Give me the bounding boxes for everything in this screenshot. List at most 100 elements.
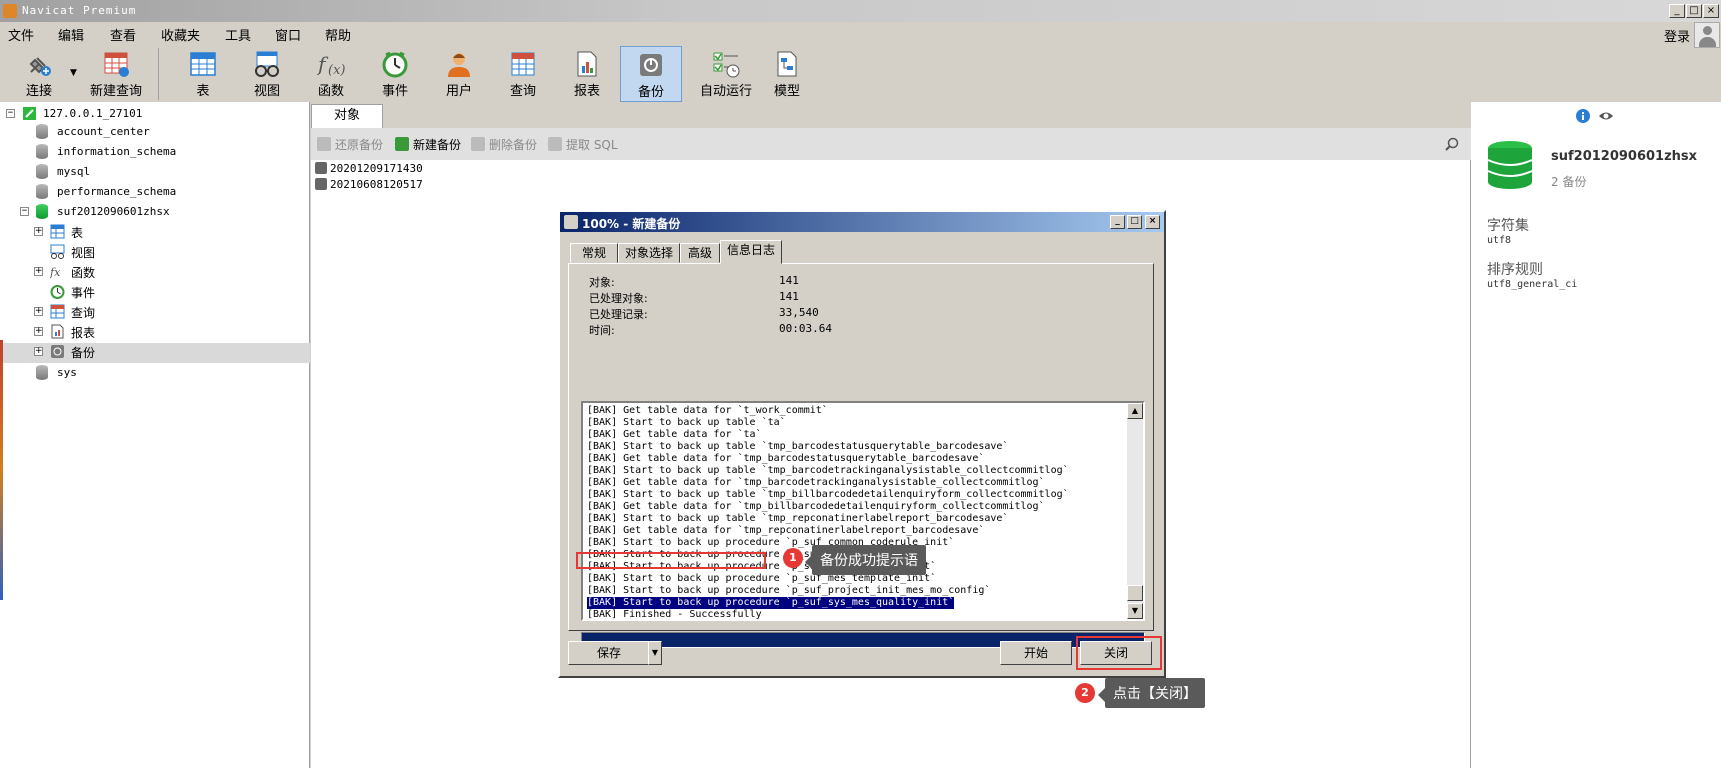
stat-processed-records-value: 33,540 bbox=[779, 306, 819, 319]
new-backup-button[interactable]: 新建备份 bbox=[395, 136, 461, 153]
report-button[interactable]: 报表 bbox=[556, 46, 618, 102]
db-label: mysql bbox=[57, 165, 91, 178]
event-button[interactable]: 事件 bbox=[364, 46, 426, 102]
tree-item-label: 表 bbox=[71, 226, 84, 240]
query-label: 查询 bbox=[509, 84, 536, 99]
database-large-icon bbox=[1487, 141, 1533, 189]
tree-db-account-center[interactable]: account_center bbox=[36, 122, 306, 142]
login-link[interactable]: 登录 bbox=[1664, 26, 1690, 45]
success-message-highlight bbox=[576, 552, 766, 569]
info-icon[interactable] bbox=[1575, 108, 1591, 124]
annotation-badge-1: 1 bbox=[783, 548, 803, 568]
tab-object-selection[interactable]: 对象选择 bbox=[618, 243, 680, 263]
menu-file[interactable]: 文件 bbox=[8, 25, 34, 44]
user-button[interactable]: 用户 bbox=[428, 46, 490, 102]
maximize-button[interactable]: □ bbox=[1686, 4, 1702, 18]
tab-message-log[interactable]: 信息日志 bbox=[720, 240, 782, 264]
tab-general[interactable]: 常规 bbox=[570, 243, 618, 263]
new-query-icon bbox=[102, 50, 130, 78]
menu-bar: 文件 编辑 查看 收藏夹 工具 窗口 帮助 登录 bbox=[0, 22, 1721, 45]
tree-item-tables[interactable]: + 表 bbox=[34, 222, 294, 242]
new-query-button[interactable]: 新建查询 bbox=[78, 46, 154, 102]
new-backup-label: 新建备份 bbox=[413, 138, 462, 152]
menu-favorites[interactable]: 收藏夹 bbox=[161, 25, 200, 44]
autorun-button[interactable]: 自动运行 bbox=[688, 46, 764, 102]
dialog-minimize-button[interactable]: _ bbox=[1110, 215, 1125, 229]
log-scrollbar[interactable]: ▲ ▼ bbox=[1127, 403, 1143, 619]
dialog-maximize-button[interactable]: □ bbox=[1127, 215, 1142, 229]
tree-item-views[interactable]: 视图 bbox=[34, 242, 294, 262]
backup-file-icon bbox=[315, 162, 327, 174]
scroll-down-icon[interactable]: ▼ bbox=[1127, 603, 1143, 619]
tree-connection[interactable]: − 127.0.0.1_27101 bbox=[6, 104, 306, 124]
tab-objects[interactable]: 对象 bbox=[311, 104, 383, 128]
query-button[interactable]: 查询 bbox=[492, 46, 554, 102]
tree-item-events[interactable]: 事件 bbox=[34, 282, 294, 302]
log-line: [BAK] Start to back up table `tmp_repcon… bbox=[587, 513, 1009, 524]
minimize-button[interactable]: _ bbox=[1669, 4, 1685, 18]
view-label: 视图 bbox=[253, 84, 280, 99]
tree-db-performance-schema[interactable]: performance_schema bbox=[36, 182, 306, 202]
collapse-icon[interactable]: − bbox=[6, 109, 15, 118]
start-button[interactable]: 开始 bbox=[1000, 641, 1072, 665]
close-window-button[interactable]: × bbox=[1703, 4, 1719, 18]
tree-db-sys[interactable]: sys bbox=[36, 363, 306, 383]
backup-icon bbox=[51, 345, 64, 358]
connection-icon bbox=[23, 107, 36, 120]
menu-window[interactable]: 窗口 bbox=[275, 25, 301, 44]
message-log[interactable]: [BAK] Get table data for `t_work_commit`… bbox=[581, 401, 1145, 621]
dialog-titlebar: 100% - 新建备份 _ □ × bbox=[560, 212, 1164, 232]
connect-button[interactable]: 连接 bbox=[8, 46, 70, 102]
annotation-callout-2: 点击【关闭】 bbox=[1098, 678, 1205, 708]
expand-icon[interactable]: + bbox=[34, 327, 43, 336]
table-button[interactable]: 表 bbox=[172, 46, 234, 102]
info-db-name: suf2012090601zhsx bbox=[1551, 149, 1698, 164]
tab-advanced[interactable]: 高级 bbox=[680, 243, 720, 263]
main-toolbar: 连接 新建查询 表 视图 f (x) 函数 事件 用户 查询 报表 备份 自动运… bbox=[0, 44, 1721, 102]
search-icon[interactable] bbox=[1445, 137, 1459, 151]
expand-icon[interactable]: + bbox=[34, 227, 43, 236]
connect-dropdown-arrow-icon[interactable]: ▼ bbox=[70, 68, 77, 78]
list-item[interactable]: 20201209171430 bbox=[315, 162, 423, 175]
menu-view[interactable]: 查看 bbox=[110, 25, 136, 44]
expand-icon[interactable]: + bbox=[34, 307, 43, 316]
function-button[interactable]: f (x) 函数 bbox=[300, 46, 362, 102]
menu-help[interactable]: 帮助 bbox=[325, 25, 351, 44]
report-label: 报表 bbox=[573, 84, 600, 99]
save-button[interactable]: 保存 bbox=[568, 641, 650, 665]
list-item[interactable]: 20210608120517 bbox=[315, 178, 423, 191]
tree-item-reports[interactable]: + 报表 bbox=[34, 322, 294, 342]
tree-item-functions[interactable]: + fx 函数 bbox=[34, 262, 294, 282]
log-line: [BAK] Start to back up procedure `p_suf_… bbox=[587, 585, 991, 596]
backup-button[interactable]: 备份 bbox=[620, 46, 682, 102]
model-label: 模型 bbox=[773, 84, 800, 99]
plug-icon bbox=[25, 50, 53, 78]
tree-db-suf2012090601zhsx[interactable]: − suf2012090601zhsx bbox=[20, 202, 306, 222]
menu-edit[interactable]: 编辑 bbox=[58, 25, 84, 44]
function-icon: f (x) bbox=[316, 50, 345, 78]
tree-db-information-schema[interactable]: information_schema bbox=[36, 142, 306, 162]
charset-label: 字符集 bbox=[1487, 218, 1529, 234]
restore-backup-button[interactable]: 还原备份 bbox=[317, 136, 383, 153]
view-button[interactable]: 视图 bbox=[236, 46, 298, 102]
tree-item-queries[interactable]: + 查询 bbox=[34, 302, 294, 322]
collation-label: 排序规则 bbox=[1487, 262, 1543, 278]
expand-icon[interactable]: + bbox=[34, 267, 43, 276]
table-icon bbox=[50, 224, 65, 239]
extract-sql-button[interactable]: 提取 SQL bbox=[548, 136, 618, 153]
tree-item-backups[interactable]: + 备份 bbox=[34, 342, 294, 362]
save-dropdown-arrow-icon[interactable]: ▼ bbox=[648, 641, 662, 665]
dialog-close-x-button[interactable]: × bbox=[1145, 215, 1160, 229]
preview-eye-icon[interactable] bbox=[1598, 108, 1614, 124]
collapse-icon[interactable]: − bbox=[20, 207, 29, 216]
function-label: 函数 bbox=[317, 84, 344, 99]
scroll-thumb[interactable] bbox=[1127, 585, 1143, 601]
scroll-up-icon[interactable]: ▲ bbox=[1127, 403, 1143, 419]
model-button[interactable]: 模型 bbox=[756, 46, 818, 102]
expand-icon[interactable]: + bbox=[34, 347, 43, 356]
stat-processed-objects-label: 已处理对象: bbox=[589, 292, 648, 305]
table-label: 表 bbox=[196, 84, 210, 99]
tree-db-mysql[interactable]: mysql bbox=[36, 162, 306, 182]
delete-backup-button[interactable]: 删除备份 bbox=[471, 136, 537, 153]
menu-tools[interactable]: 工具 bbox=[225, 25, 251, 44]
